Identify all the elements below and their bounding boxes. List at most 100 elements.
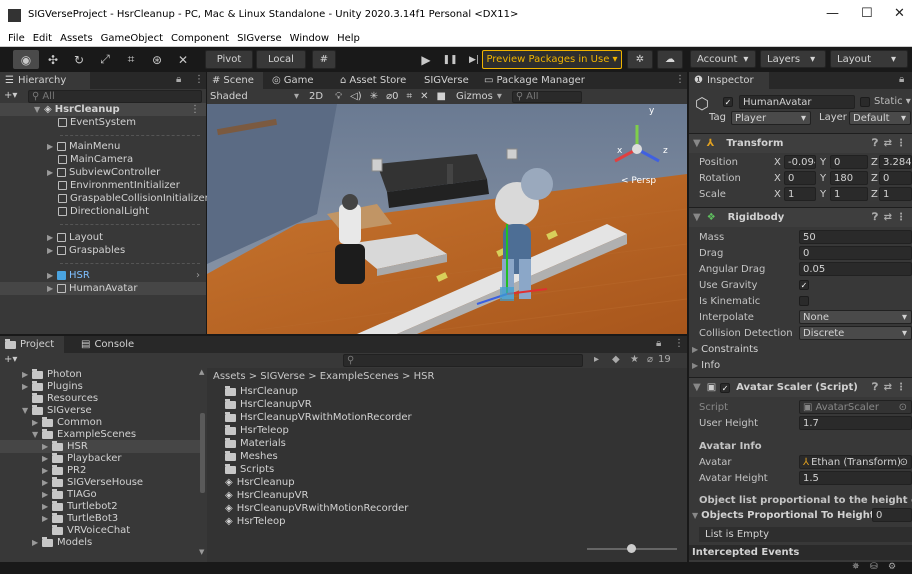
scale-tool-icon[interactable]: ⤢ [92,50,118,69]
transform-header[interactable]: ▼ ⅄ Transform ❓︎ ⇄ ⋮ [689,133,912,153]
tab-asset-store[interactable]: ⌂ Asset Store [335,72,411,89]
hierarchy-item[interactable]: EnvironmentInitializer [0,179,180,192]
tree-item[interactable]: ▶ Models [0,536,92,549]
2d-toggle[interactable]: 2D [309,91,323,102]
view-tool-icon[interactable]: ◉ [13,50,39,69]
is-kinematic-checkbox[interactable] [799,296,809,306]
lock-icon[interactable]: 🔒︎ [176,74,181,85]
rect-tool-icon[interactable]: ⌗ [118,50,144,69]
help-icon[interactable]: ❓︎ [872,138,878,149]
static-checkbox[interactable] [860,97,870,107]
user-height-field[interactable]: 1.7 [799,416,912,430]
debug-mode-icon[interactable]: ⚙ [888,562,896,572]
scene-viewport[interactable]: y x z < Persp [207,104,687,334]
custom-tool-icon[interactable]: ✕ [170,50,196,69]
rotation-y-field[interactable]: 180 [830,171,868,185]
tab-hierarchy[interactable]: ☰ Hierarchy [0,72,90,89]
asset-folder[interactable]: Meshes [207,450,278,463]
shading-mode-dropdown[interactable]: Shaded [210,91,290,102]
tag-dropdown[interactable]: Player ▾ [731,111,811,125]
asset-folder[interactable]: Materials [207,437,286,450]
object-name-field[interactable]: HumanAvatar [739,95,855,109]
avatar-height-field[interactable]: 1.5 [799,471,912,485]
play-button[interactable]: ▶ [413,50,439,69]
icon-size-slider-thumb[interactable] [627,544,636,553]
layers-dropdown[interactable]: Layers ▾ [760,50,826,68]
asset-folder[interactable]: HsrCleanupVR [207,398,312,411]
use-gravity-checkbox[interactable]: ✓ [799,280,809,290]
scale-x-field[interactable]: 1 [784,187,816,201]
avatar-field[interactable]: ⅄ Ethan (Transform) ⊙ [799,455,912,469]
asset-folder[interactable]: HsrCleanupVRwithMotionRecorder [207,411,412,424]
project-search-input[interactable]: ⚲ [343,354,583,367]
hierarchy-item[interactable]: GraspableCollisionInitializer [0,192,209,205]
tab-inspector[interactable]: ❶ Inspector [689,72,769,89]
tab-game[interactable]: ◎ Game [267,72,319,89]
target-icon[interactable]: ⊙ [899,456,908,468]
menu-gameobject[interactable]: GameObject [101,33,163,44]
more-menu-icon[interactable]: ⋮ [896,382,906,393]
auto-generate-lighting-icon[interactable]: ✵ [852,562,860,572]
menu-file[interactable]: File [8,33,25,44]
help-icon[interactable]: ❓︎ [872,382,878,393]
info-foldout[interactable]: ▶ Info [689,357,912,373]
cache-icon[interactable]: ⛁ [870,562,878,572]
project-breadcrumb[interactable]: Assets > SIGVerse > ExampleScenes > HSR [213,371,434,382]
drag-field[interactable]: 0 [799,246,912,260]
menu-window[interactable]: Window [290,33,329,44]
preset-icon[interactable]: ⇄ [884,382,892,393]
local-toggle[interactable]: Local [256,50,306,69]
hidden-objects-icon[interactable]: ⌀0 [386,91,398,102]
more-menu-icon[interactable]: ⋮ [896,138,906,149]
scroll-down-icon[interactable]: ▼ [199,548,204,556]
tab-scene[interactable]: # Scene [207,72,263,89]
minimize-button[interactable]: — [826,6,839,21]
tab-package-manager[interactable]: ▭ Package Manager [479,72,590,89]
asset-folder[interactable]: HsrCleanup [207,385,298,398]
pause-button[interactable]: ❚❚ [437,50,463,69]
angular-drag-field[interactable]: 0.05 [799,262,912,276]
static-dropdown[interactable]: Static ▾ [874,96,911,107]
lock-icon[interactable]: 🔒︎ [656,338,661,349]
persp-label[interactable]: < Persp [621,176,656,186]
hierarchy-scene-row[interactable]: ▼ ◈ HsrCleanup ⋮ [0,103,206,116]
position-z-field[interactable]: 3.284 [879,155,912,169]
grid-toggle-icon[interactable]: ⌗ [406,91,412,102]
asset-scene[interactable]: ◈ HsrCleanupVR [207,489,308,502]
more-menu-icon[interactable]: ⋮ [675,74,685,85]
intercepted-events-bar[interactable]: Intercepted Events [689,545,912,560]
constraints-foldout[interactable]: ▶ Constraints [689,341,912,357]
tab-sigverse[interactable]: SIGVerse [419,72,474,89]
active-checkbox[interactable]: ✓ [723,97,733,107]
hierarchy-item[interactable]: EventSystem [0,116,136,129]
position-x-field[interactable]: -0.094 [784,155,816,169]
tree-scrollbar[interactable] [200,413,205,493]
gizmos-dropdown[interactable]: Gizmos [456,91,493,102]
more-menu-icon[interactable]: ⋮ [896,212,906,223]
collab-icon[interactable]: ✲ [627,50,653,69]
lock-icon[interactable]: 🔒︎ [899,74,904,85]
mass-field[interactable]: 50 [799,230,912,244]
hierarchy-item-humanavatar[interactable]: ▶ HumanAvatar [0,282,206,295]
close-button[interactable]: ✕ [894,6,905,21]
tab-project[interactable]: Project [0,336,64,353]
hierarchy-item[interactable]: DirectionalLight [0,205,149,218]
menu-sigverse[interactable]: SIGverse [237,33,282,44]
collision-dropdown[interactable]: Discrete ▾ [799,326,912,340]
menu-edit[interactable]: Edit [33,33,52,44]
chevron-right-icon[interactable]: › [196,270,200,281]
asset-scene[interactable]: ◈ HsrCleanupVRwithMotionRecorder [207,502,408,515]
rigidbody-header[interactable]: ▼ ❖ Rigidbody ❓︎ ⇄ ⋮ [689,207,912,227]
scale-y-field[interactable]: 1 [830,187,868,201]
layout-dropdown[interactable]: Layout ▾ [830,50,908,68]
objects-proportional-row[interactable]: ▼ Objects Proportional To Height 0 [689,507,912,523]
hierarchy-item[interactable]: ▶ Graspables [0,244,125,257]
filter-label-icon[interactable]: ◆ [612,354,620,365]
scroll-up-icon[interactable]: ▲ [199,368,204,376]
asset-scene[interactable]: ◈ HsrTeleop [207,515,286,528]
menu-component[interactable]: Component [171,33,229,44]
camera-icon[interactable]: ■ [437,91,446,102]
help-icon[interactable]: ❓︎ [872,212,878,223]
preset-icon[interactable]: ⇄ [884,212,892,223]
interpolate-dropdown[interactable]: None ▾ [799,310,912,324]
